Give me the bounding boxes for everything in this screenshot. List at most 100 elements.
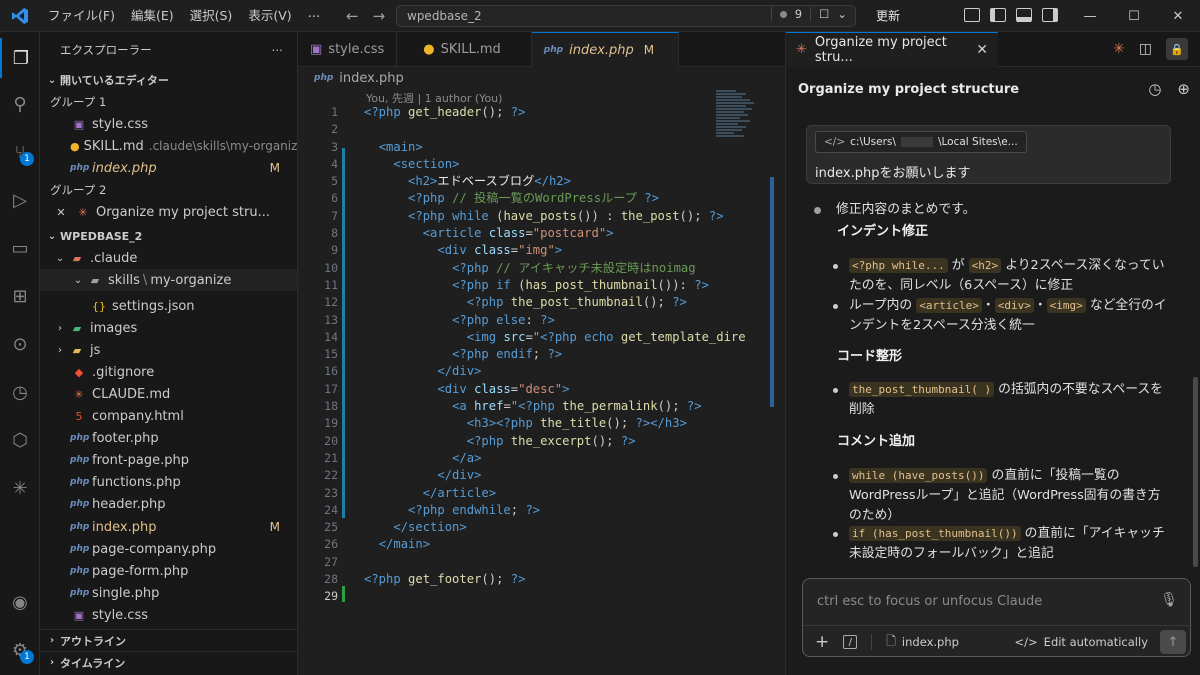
tree-file[interactable]: ▣ style.css xyxy=(40,604,297,626)
tree-file[interactable]: ◆ .gitignore xyxy=(40,361,297,383)
microphone-icon[interactable]: 🎙 xyxy=(1160,592,1178,608)
code-line[interactable]: 10 <?php // アイキャッチ未設定時はnoimag xyxy=(298,260,785,277)
slash-command-icon[interactable]: / xyxy=(843,635,858,649)
tree-file[interactable]: php front-page.php xyxy=(40,449,297,471)
tree-folder[interactable]: › ▰ images xyxy=(40,317,297,339)
menu-selection[interactable]: 選択(S) xyxy=(182,0,241,32)
timeline-history-icon[interactable]: ◷ xyxy=(0,372,40,412)
menu-view[interactable]: 表示(V) xyxy=(240,0,299,32)
menu-file[interactable]: ファイル(F) xyxy=(40,0,123,32)
open-editor-item[interactable]: ● SKILL.md .claude\skills\my-organize xyxy=(40,135,297,157)
code-line[interactable]: 19 <h3><?php the_title(); ?></h3> xyxy=(298,415,785,432)
toggle-panel-icon[interactable] xyxy=(1016,8,1032,22)
code-line[interactable]: 8 <article class="postcard"> xyxy=(298,225,785,242)
code-line[interactable]: 1 <?php get_header(); ?> xyxy=(298,104,785,121)
toggle-sidebar-icon[interactable] xyxy=(990,8,1006,22)
code-line[interactable]: 14 <img src="<?php echo get_template_dir… xyxy=(298,329,785,346)
close-icon[interactable]: ✕ xyxy=(1156,0,1200,32)
close-icon[interactable]: ✕ xyxy=(976,42,988,58)
tree-file[interactable]: ✳ CLAUDE.md xyxy=(40,383,297,405)
code-line[interactable]: 23 </article> xyxy=(298,485,785,502)
breadcrumb[interactable]: php index.php xyxy=(298,67,785,89)
code-line[interactable]: 21 </a> xyxy=(298,450,785,467)
code-line[interactable]: 26 </main> xyxy=(298,536,785,553)
open-editor-item[interactable]: ✕ ✳ Organize my project stru... xyxy=(40,201,297,223)
lock-icon[interactable]: 🔒 xyxy=(1166,38,1188,60)
tab-style-css[interactable]: ▣ style.css xyxy=(298,32,398,67)
claude-icon[interactable]: ✳ xyxy=(0,468,40,508)
back-arrow-icon[interactable]: ← xyxy=(346,7,359,25)
tab-claude-chat[interactable]: ✳ Organize my project stru... ✕ xyxy=(786,31,998,67)
account-icon[interactable]: ◉ xyxy=(0,582,40,622)
code-line[interactable]: 16 </div> xyxy=(298,363,785,380)
tree-file[interactable]: {} settings.json xyxy=(40,295,297,317)
code-line[interactable]: 9 <div class="img"> xyxy=(298,242,785,259)
forward-arrow-icon[interactable]: → xyxy=(373,7,386,25)
open-editor-item[interactable]: ▣ style.css xyxy=(40,113,297,135)
command-center[interactable]: wpedbase_2 9 ☐ ⌄ xyxy=(396,5,856,27)
tree-file[interactable]: php page-form.php xyxy=(40,560,297,582)
menu-more[interactable]: ⋯ xyxy=(300,0,329,32)
maximize-icon[interactable]: ☐ xyxy=(1112,0,1156,32)
code-line[interactable]: 12 <?php the_post_thumbnail(); ?> xyxy=(298,294,785,311)
send-button[interactable]: ↑ xyxy=(1160,630,1186,654)
git-graph-icon[interactable]: ⊙ xyxy=(0,324,40,364)
code-line[interactable]: 18 <a href="<?php the_permalink(); ?> xyxy=(298,398,785,415)
tree-file[interactable]: php functions.php xyxy=(40,471,297,493)
claude-icon[interactable]: ✳ xyxy=(1113,41,1125,57)
run-debug-icon[interactable]: ▷ xyxy=(0,180,40,220)
code-line[interactable]: 7 <?php while (have_posts()) : the_post(… xyxy=(298,208,785,225)
toggle-secondary-sidebar-icon[interactable] xyxy=(1042,8,1058,22)
customize-layout-icon[interactable] xyxy=(964,8,980,22)
tree-file[interactable]: php footer.php xyxy=(40,427,297,449)
code-line[interactable]: 25 </section> xyxy=(298,519,785,536)
menu-edit[interactable]: 編集(E) xyxy=(123,0,182,32)
open-editors-section[interactable]: ⌄ 開いているエディター xyxy=(40,69,297,91)
code-line[interactable]: 2 xyxy=(298,121,785,138)
code-line[interactable]: 20 <?php the_excerpt(); ?> xyxy=(298,433,785,450)
chat-icon[interactable]: ☐ xyxy=(819,7,829,21)
tree-file[interactable]: 5 company.html xyxy=(40,405,297,427)
tree-file[interactable]: php header.php xyxy=(40,493,297,515)
code-line[interactable]: 24 <?php endwhile; ?> xyxy=(298,502,785,519)
tree-folder[interactable]: › ▰ js xyxy=(40,339,297,361)
outline-section[interactable]: › アウトライン xyxy=(40,629,297,651)
open-editor-item[interactable]: php index.php M xyxy=(40,157,297,179)
tree-folder[interactable]: ⌄ ▰ .claude xyxy=(40,247,297,269)
search-icon[interactable]: ⚲ xyxy=(0,84,40,124)
split-editor-icon[interactable]: ◫ xyxy=(1139,41,1152,57)
code-line[interactable]: 6 <?php // 投稿一覧のWordPressループ ?> xyxy=(298,190,785,207)
tree-file[interactable]: php page-company.php xyxy=(40,538,297,560)
tree-file[interactable]: php single.php xyxy=(40,582,297,604)
chevron-down-icon[interactable]: ⌄ xyxy=(837,7,847,21)
code-editor[interactable]: 1 <?php get_header(); ?> 2 3 <main> 4 <secti… xyxy=(298,104,785,606)
settings-gear-icon[interactable]: ⚙ 1 xyxy=(0,630,40,670)
code-line[interactable]: 29 xyxy=(298,588,785,605)
minimize-icon[interactable]: — xyxy=(1068,0,1112,32)
more-actions-icon[interactable]: ⋯ xyxy=(272,43,284,57)
code-line[interactable]: 11 <?php if (has_post_thumbnail()): ?> xyxy=(298,277,785,294)
panel-scrollbar[interactable] xyxy=(1193,377,1198,567)
workspace-section[interactable]: ⌄ WPEDBASE_2 xyxy=(40,225,297,247)
add-icon[interactable]: + xyxy=(815,632,829,652)
update-button[interactable]: 更新 xyxy=(876,0,900,32)
extensions-icon[interactable]: ⊞ xyxy=(0,276,40,316)
tree-folder[interactable]: ⌄ ▰ skills \ my-organize xyxy=(40,269,297,291)
explorer-icon[interactable]: ❐ xyxy=(0,38,40,78)
code-line[interactable]: 15 <?php endif; ?> xyxy=(298,346,785,363)
new-chat-icon[interactable]: ⊕ xyxy=(1177,80,1190,98)
timeline-section[interactable]: › タイムライン xyxy=(40,651,297,673)
attached-file[interactable]: index.php xyxy=(902,635,959,649)
code-line[interactable]: 22 </div> xyxy=(298,467,785,484)
history-icon[interactable]: ◷ xyxy=(1148,80,1161,98)
tab-skill-md[interactable]: ● SKILL.md xyxy=(397,32,532,67)
tree-file[interactable]: php index.php M xyxy=(40,516,297,538)
code-line[interactable]: 3 <main> xyxy=(298,139,785,156)
code-line[interactable]: 13 <?php else: ?> xyxy=(298,312,785,329)
source-control-icon[interactable]: ⑂ 1 xyxy=(0,132,40,172)
context-chip[interactable]: </> c:\Users\ \Local Sites\e... xyxy=(815,131,1027,153)
close-icon[interactable]: ✕ xyxy=(52,206,70,219)
remote-explorer-icon[interactable]: ▭ xyxy=(0,228,40,268)
package-icon[interactable]: ⬡ xyxy=(0,420,40,460)
code-line[interactable]: 28 <?php get_footer(); ?> xyxy=(298,571,785,588)
